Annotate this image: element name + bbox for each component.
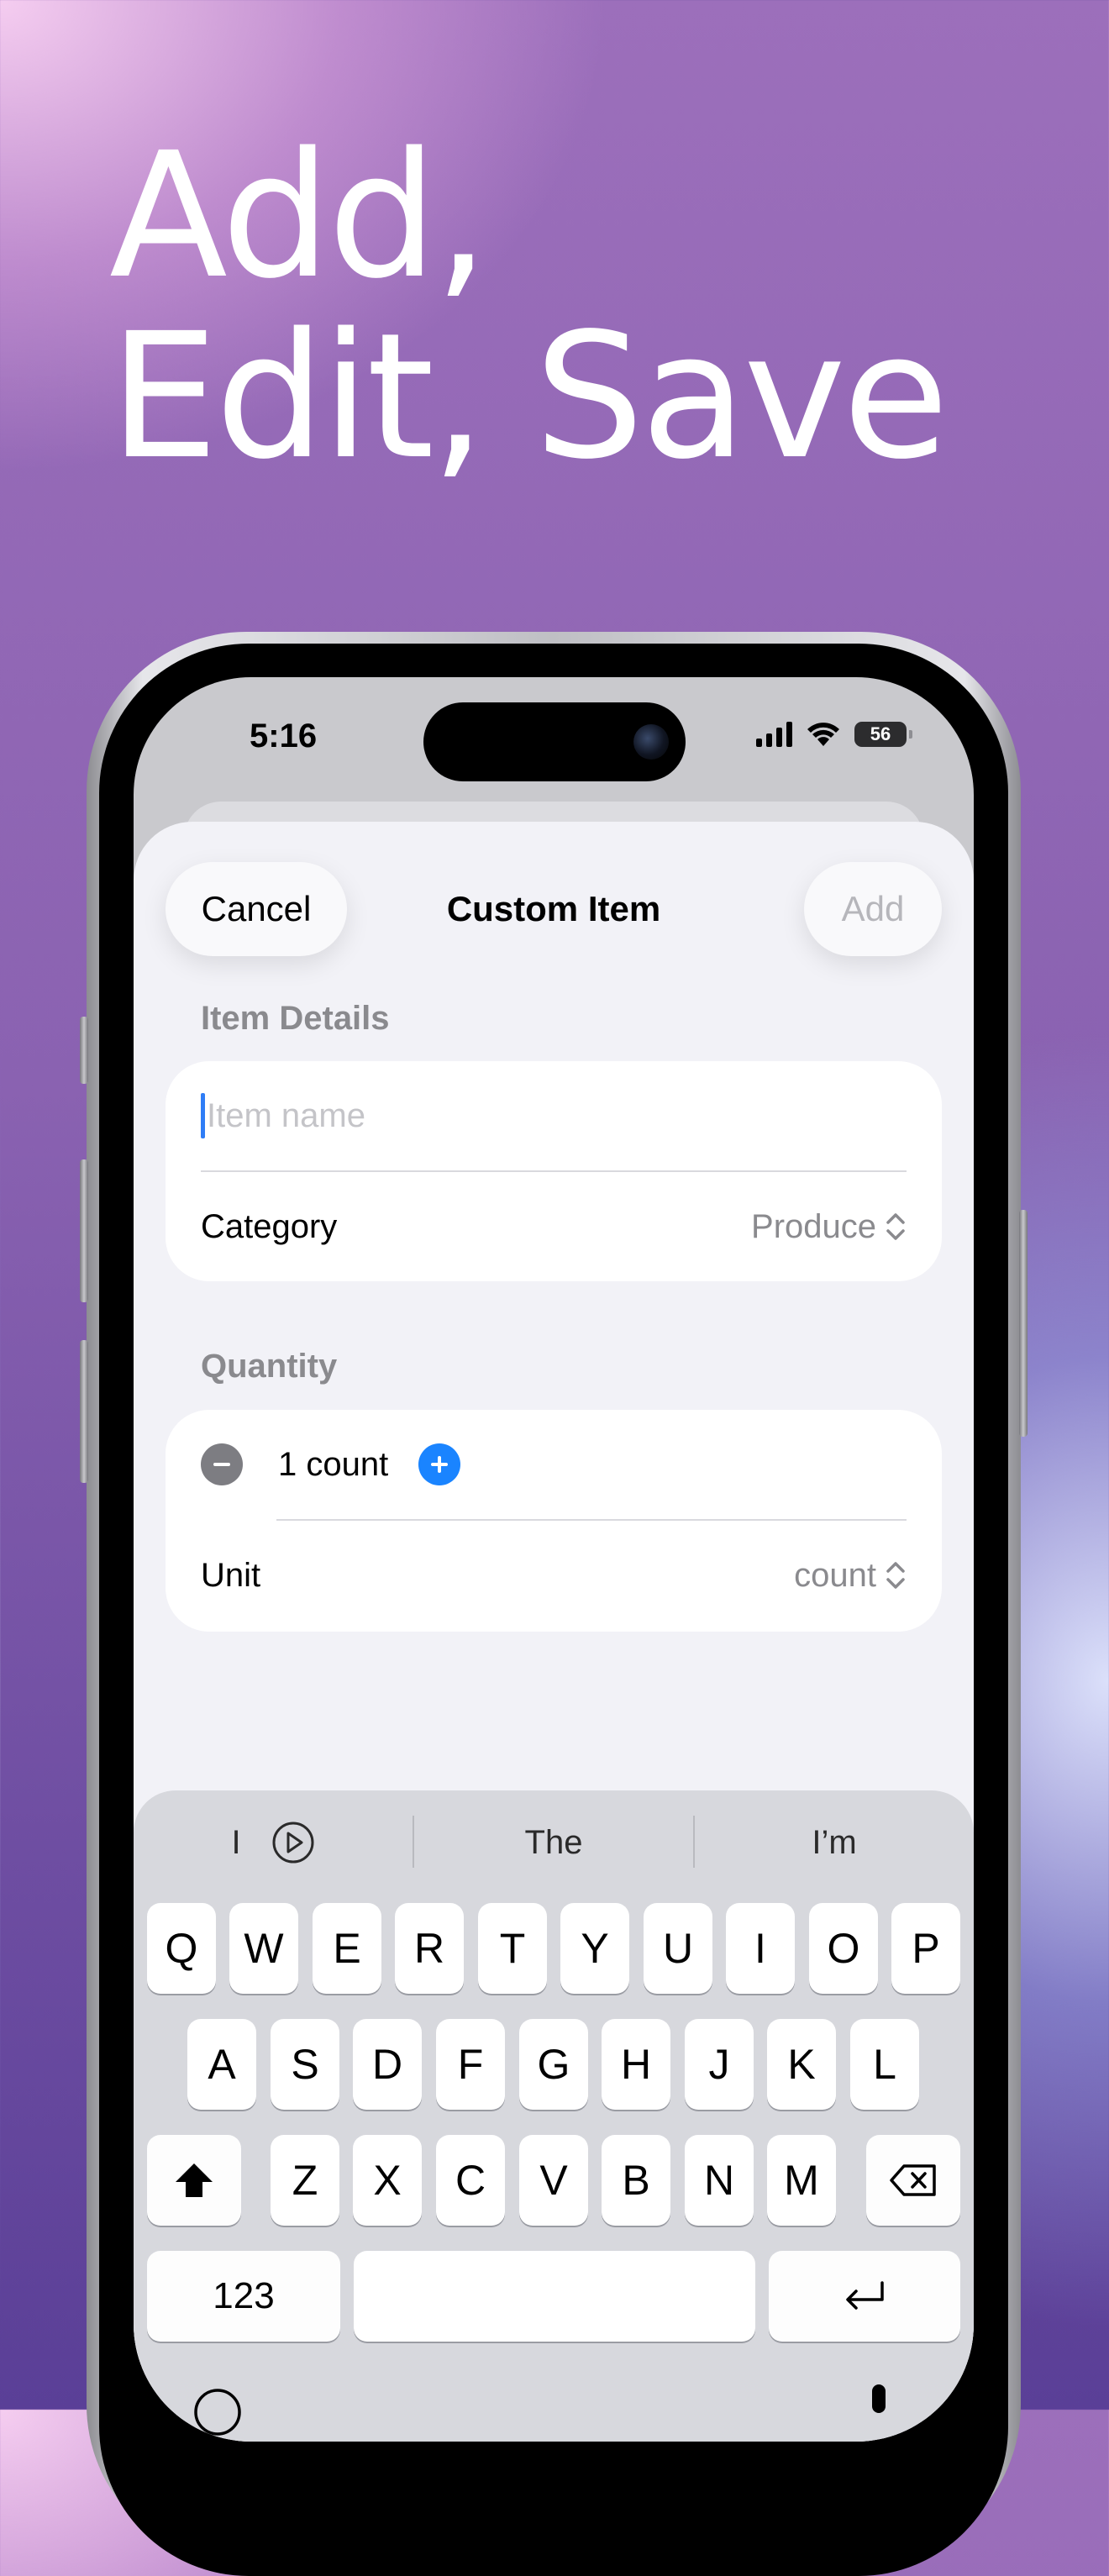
delete-key[interactable] bbox=[866, 2135, 960, 2226]
headline: Add, Edit, Save bbox=[109, 115, 949, 497]
emoji-icon[interactable] bbox=[192, 2387, 243, 2437]
dynamic-island bbox=[423, 702, 686, 781]
wifi-icon bbox=[807, 723, 839, 746]
key-r[interactable]: R bbox=[395, 1903, 464, 1994]
key-i[interactable]: I bbox=[726, 1903, 795, 1994]
plus-icon bbox=[431, 1456, 449, 1473]
headline-line-2: Edit, Save bbox=[109, 296, 949, 497]
quantity-stepper: 1 count bbox=[201, 1410, 907, 1519]
text-cursor bbox=[201, 1093, 205, 1138]
key-k[interactable]: K bbox=[767, 2019, 836, 2110]
key-x[interactable]: X bbox=[353, 2135, 422, 2226]
chevron-up-down-icon bbox=[886, 1562, 905, 1589]
key-m[interactable]: M bbox=[767, 2135, 836, 2226]
key-y[interactable]: Y bbox=[560, 1903, 629, 1994]
key-u[interactable]: U bbox=[644, 1903, 712, 1994]
keyboard: I The I’m Q W E R T Y U I O P A S D F G … bbox=[134, 1790, 974, 2442]
item-name-placeholder: Item name bbox=[207, 1096, 365, 1134]
key-q[interactable]: Q bbox=[147, 1903, 216, 1994]
camera-icon bbox=[633, 724, 669, 760]
suggestion-1-text: I bbox=[231, 1823, 241, 1861]
minus-icon bbox=[213, 1463, 230, 1466]
category-label: Category bbox=[201, 1207, 338, 1245]
space-key[interactable] bbox=[354, 2251, 755, 2342]
key-o[interactable]: O bbox=[809, 1903, 878, 1994]
increment-button[interactable] bbox=[418, 1443, 461, 1485]
item-details-header: Item Details bbox=[201, 1000, 390, 1037]
item-name-field[interactable]: Item name bbox=[201, 1061, 907, 1170]
add-button[interactable]: Add bbox=[804, 862, 942, 956]
key-w[interactable]: W bbox=[229, 1903, 298, 1994]
suggestion-3[interactable]: I’m bbox=[695, 1790, 974, 1895]
key-c[interactable]: C bbox=[436, 2135, 505, 2226]
key-v[interactable]: V bbox=[519, 2135, 588, 2226]
status-icons: 56 bbox=[756, 721, 912, 748]
volume-down-button bbox=[80, 1340, 88, 1483]
unit-value: count bbox=[794, 1556, 876, 1594]
return-key[interactable] bbox=[769, 2251, 960, 2342]
key-s[interactable]: S bbox=[271, 2019, 339, 2110]
category-value: Produce bbox=[751, 1207, 876, 1245]
category-picker[interactable]: Category Produce bbox=[201, 1172, 907, 1281]
key-b[interactable]: B bbox=[602, 2135, 670, 2226]
battery-level: 56 bbox=[870, 723, 891, 744]
unit-picker[interactable]: Unit count bbox=[201, 1521, 907, 1630]
key-g[interactable]: G bbox=[519, 2019, 588, 2110]
key-d[interactable]: D bbox=[353, 2019, 422, 2110]
phone-screen: 5:16 56 Cancel Custom Item Add Item Deta… bbox=[134, 677, 974, 2442]
status-time: 5:16 bbox=[250, 718, 318, 754]
unit-label: Unit bbox=[201, 1556, 261, 1594]
headline-line-1: Add, bbox=[109, 115, 489, 317]
cellular-signal-icon bbox=[756, 722, 792, 747]
key-l[interactable]: L bbox=[850, 2019, 919, 2110]
suggestion-2[interactable]: The bbox=[414, 1790, 693, 1895]
battery-icon: 56 bbox=[854, 722, 912, 747]
key-h[interactable]: H bbox=[602, 2019, 670, 2110]
item-details-card: Item name Category Produce bbox=[166, 1061, 942, 1281]
microphone-icon[interactable] bbox=[866, 2383, 891, 2433]
numbers-key[interactable]: 123 bbox=[147, 2251, 340, 2342]
suggestion-1[interactable]: I bbox=[134, 1790, 413, 1895]
key-n[interactable]: N bbox=[685, 2135, 754, 2226]
key-t[interactable]: T bbox=[478, 1903, 547, 1994]
key-f[interactable]: F bbox=[436, 2019, 505, 2110]
backspace-icon bbox=[890, 2164, 936, 2196]
chevron-up-down-icon bbox=[886, 1213, 905, 1240]
power-button bbox=[1019, 1210, 1028, 1437]
quantity-card: 1 count Unit count bbox=[166, 1410, 942, 1632]
key-e[interactable]: E bbox=[313, 1903, 381, 1994]
key-a[interactable]: A bbox=[187, 2019, 256, 2110]
shift-icon bbox=[176, 2163, 213, 2197]
shift-key[interactable] bbox=[147, 2135, 241, 2226]
decrement-button[interactable] bbox=[201, 1443, 243, 1485]
quantity-value: 1 count bbox=[278, 1445, 389, 1483]
volume-up-button bbox=[80, 1159, 88, 1302]
action-button bbox=[80, 1017, 88, 1084]
key-p[interactable]: P bbox=[891, 1903, 960, 1994]
key-z[interactable]: Z bbox=[271, 2135, 339, 2226]
quantity-header: Quantity bbox=[201, 1348, 338, 1385]
play-circle-icon bbox=[272, 1822, 314, 1864]
key-j[interactable]: J bbox=[685, 2019, 754, 2110]
return-icon bbox=[846, 2281, 884, 2310]
